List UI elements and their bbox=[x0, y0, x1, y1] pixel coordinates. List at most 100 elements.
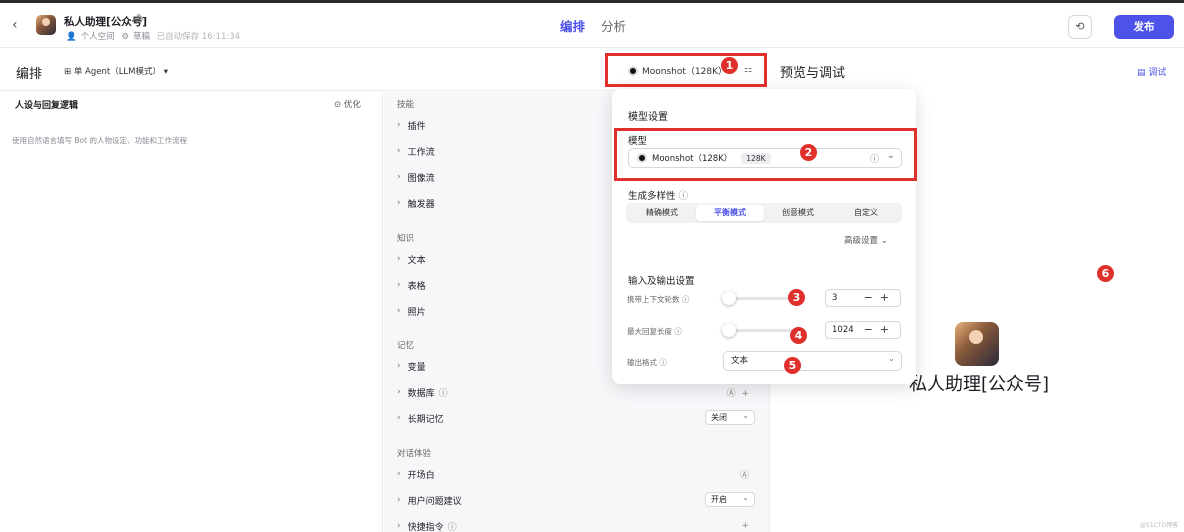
publish-button[interactable]: 发布 bbox=[1114, 15, 1174, 39]
row-suggestion[interactable]: › 用户问题建议 开启 bbox=[397, 491, 757, 509]
mode-precise[interactable]: 精确模式 bbox=[628, 205, 696, 221]
agent-mode-label: 单 Agent（LLM模式） bbox=[73, 67, 161, 77]
row-label: 用户问题建议 bbox=[407, 496, 462, 507]
chevron-right-icon: › bbox=[397, 495, 401, 505]
bot-meta: 👤 个人空间 ⚙ 草稿 已自动保存 16:11:34 bbox=[66, 30, 244, 42]
mode-balanced[interactable]: 平衡模式 bbox=[696, 205, 764, 221]
annotation-box-model bbox=[605, 53, 767, 87]
arrange-title: 编排 bbox=[16, 67, 43, 82]
watermark: @51CTO博客 bbox=[1140, 522, 1179, 529]
context-rounds-text: 携带上下文轮数 bbox=[627, 295, 680, 304]
main-tabs: 编排 分析 bbox=[560, 16, 638, 35]
chevron-right-icon: › bbox=[397, 254, 401, 264]
chevron-right-icon: › bbox=[397, 361, 401, 371]
row-label: 数据库 bbox=[407, 388, 435, 399]
output-format-label: 输出格式 ⓘ bbox=[627, 358, 667, 367]
max-reply-label: 最大回复长度 ⓘ bbox=[627, 327, 682, 336]
row-label: 照片 bbox=[407, 307, 426, 318]
annotation-badge: 4 bbox=[790, 327, 807, 344]
context-rounds-label: 携带上下文轮数 ⓘ bbox=[627, 295, 690, 304]
chevron-right-icon: › bbox=[397, 172, 401, 182]
context-rounds-stepper[interactable]: 3 −+ bbox=[825, 289, 901, 307]
persona-input[interactable]: 使用自然语言填写 Bot 的人物设定、功能和工作流程 bbox=[12, 135, 187, 146]
history-icon[interactable]: ⟲ bbox=[1068, 15, 1092, 39]
annotation-badge: 6 bbox=[1097, 265, 1114, 282]
info-icon[interactable]: ⓘ bbox=[439, 386, 448, 399]
chevron-right-icon: › bbox=[397, 387, 401, 397]
row-label: 快捷指令 bbox=[407, 522, 444, 532]
max-reply-text: 最大回复长度 bbox=[627, 327, 672, 336]
chevron-right-icon: › bbox=[397, 120, 401, 130]
edit-icon[interactable]: ✎ bbox=[136, 13, 144, 24]
group-memory: 记忆 bbox=[397, 341, 415, 351]
optimize-label: 优化 bbox=[343, 100, 361, 110]
group-skills: 技能 bbox=[397, 100, 415, 110]
chevron-right-icon: › bbox=[397, 280, 401, 290]
minus-plus-icon[interactable]: −+ bbox=[864, 290, 896, 306]
info-icon[interactable]: ⓘ bbox=[448, 520, 457, 532]
persona-title: 人设与回复逻辑 bbox=[15, 101, 79, 111]
optimize-button[interactable]: ⊙ 优化 bbox=[334, 98, 361, 110]
annotation-badge: 2 bbox=[800, 144, 817, 161]
chevron-right-icon: › bbox=[397, 146, 401, 156]
row-longterm-memory[interactable]: › 长期记忆 关闭 bbox=[397, 409, 757, 427]
suggestion-select[interactable]: 开启 bbox=[705, 491, 755, 507]
autosave-label: 已自动保存 16:11:34 bbox=[156, 32, 241, 42]
stepper-value[interactable]: 3 bbox=[832, 293, 837, 303]
stepper-value[interactable]: 1024 bbox=[832, 325, 854, 335]
chevron-right-icon: › bbox=[397, 521, 401, 531]
advanced-label: 高级设置 bbox=[844, 236, 879, 246]
auto-icon[interactable]: Ⓐ bbox=[740, 468, 749, 481]
advanced-settings-toggle[interactable]: 高级设置 ⌄ bbox=[844, 234, 888, 246]
back-arrow-icon[interactable]: ‹ bbox=[12, 17, 18, 33]
row-shortcut[interactable]: › 快捷指令 ⓘ + bbox=[397, 517, 757, 532]
tab-analysis[interactable]: 分析 bbox=[601, 19, 626, 34]
row-opening[interactable]: › 开场白 Ⓐ bbox=[397, 465, 757, 483]
row-label: 表格 bbox=[407, 281, 426, 292]
agent-mode-select[interactable]: ⊞ 单 Agent（LLM模式） ▾ bbox=[64, 65, 168, 77]
row-label: 文本 bbox=[407, 255, 426, 266]
mode-custom[interactable]: 自定义 bbox=[832, 205, 900, 221]
annotation-badge: 1 bbox=[721, 57, 738, 74]
mode-creative[interactable]: 创意模式 bbox=[764, 205, 832, 221]
output-format-select[interactable]: 文本 bbox=[723, 350, 902, 371]
io-settings-label: 输入及输出设置 bbox=[628, 276, 695, 287]
group-knowledge: 知识 bbox=[397, 234, 415, 244]
chevron-right-icon: › bbox=[397, 306, 401, 316]
info-icon[interactable]: ⓘ bbox=[679, 191, 689, 202]
chevron-right-icon: › bbox=[397, 469, 401, 479]
group-dialog: 对话体验 bbox=[397, 449, 432, 459]
row-label: 插件 bbox=[407, 121, 426, 132]
row-label: 触发器 bbox=[407, 199, 435, 210]
row-label: 图像流 bbox=[407, 173, 435, 184]
slider-handle[interactable] bbox=[722, 291, 736, 305]
max-reply-stepper[interactable]: 1024 −+ bbox=[825, 321, 901, 339]
row-label: 开场白 bbox=[407, 470, 435, 481]
diversity-text: 生成多样性 bbox=[628, 191, 676, 202]
output-format-text: 输出格式 bbox=[627, 358, 657, 367]
bot-avatar bbox=[36, 15, 56, 35]
preview-title: 预览与调试 bbox=[780, 66, 846, 81]
bot-avatar-large bbox=[955, 322, 999, 366]
popover-title: 模型设置 bbox=[628, 112, 668, 123]
add-icon[interactable]: Ⓐ + bbox=[727, 386, 749, 399]
slider-handle[interactable] bbox=[722, 323, 736, 337]
bot-name: 私人助理[公众号] bbox=[64, 16, 148, 28]
debug-button[interactable]: ▤ 调试 bbox=[1137, 65, 1166, 78]
chevron-right-icon: › bbox=[397, 413, 401, 423]
minus-plus-icon[interactable]: −+ bbox=[864, 322, 896, 338]
top-header: ‹ 私人助理[公众号] ✎ 👤 个人空间 ⚙ 草稿 已自动保存 16:11:34 编… bbox=[0, 3, 1184, 48]
row-database[interactable]: › 数据库 ⓘ Ⓐ + bbox=[397, 383, 757, 401]
longterm-select[interactable]: 关闭 bbox=[705, 409, 755, 425]
persona-panel: 人设与回复逻辑 ⊙ 优化 使用自然语言填写 Bot 的人物设定、功能和工作流程 bbox=[0, 92, 383, 532]
diversity-label: 生成多样性 ⓘ bbox=[628, 188, 688, 202]
debug-label: 调试 bbox=[1148, 68, 1167, 78]
person-icon: 👤 bbox=[66, 32, 77, 42]
row-label: 变量 bbox=[407, 362, 426, 373]
annotation-box-model-field bbox=[614, 128, 917, 181]
preview-bot-name: 私人助理[公众号] bbox=[909, 374, 1050, 395]
add-icon[interactable]: + bbox=[741, 521, 749, 531]
annotation-badge: 3 bbox=[788, 289, 805, 306]
space-label: 个人空间 bbox=[80, 32, 115, 42]
tab-arrange[interactable]: 编排 bbox=[560, 19, 585, 34]
